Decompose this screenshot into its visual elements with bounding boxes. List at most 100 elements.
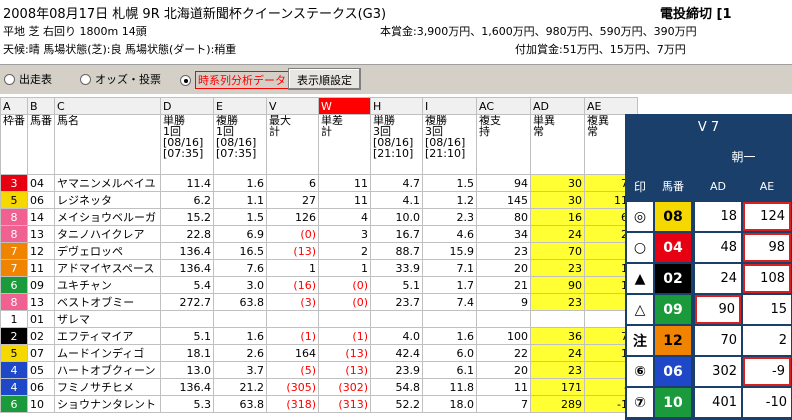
v7-ae-value: 98 (743, 233, 791, 262)
win-diff-cell: (0) (318, 276, 371, 294)
win-odds-3-cell: 4.1 (370, 191, 423, 209)
col-letter[interactable]: H (370, 97, 423, 115)
col-letter[interactable]: D (160, 97, 214, 115)
win-diff-cell: (13) (318, 344, 371, 362)
max-total-cell: 6 (266, 174, 319, 192)
radio-timeseries[interactable]: 時系列分析データ (180, 71, 289, 89)
table-row[interactable]: 1 01 ザレマ (0, 310, 638, 328)
v7-ae-value: 108 (743, 264, 791, 293)
radio-dot[interactable] (80, 73, 91, 85)
place-odds-3-cell: 1.6 (422, 327, 477, 345)
radio-dot[interactable] (4, 73, 15, 85)
horse-number-cell: 12 (27, 242, 55, 260)
col-letter[interactable]: C (54, 97, 161, 115)
horse-number-cell: 04 (27, 174, 55, 192)
place-support-cell: 20 (476, 361, 531, 379)
table-row[interactable]: 405ハートオブクィーン13.03.7(5)(13)23.96.120234 (0, 361, 638, 379)
column-header[interactable]: 単異常 (530, 114, 585, 175)
radio-label: 出走表 (19, 73, 52, 86)
table-row[interactable]: 711アドマイヤスペース136.47.61133.97.1202319 (0, 259, 638, 277)
table-row[interactable]: 507ムードインディゴ18.12.6164(13)42.46.0222410 (0, 344, 638, 362)
table-row[interactable]: 813タニノハイクレア22.86.9(0)316.74.6342427 (0, 225, 638, 243)
v7-horse-number: 02 (655, 264, 691, 293)
col-letter[interactable]: B (27, 97, 55, 115)
win-anomaly-cell: 70 (530, 242, 585, 260)
table-row[interactable]: 4 06 フミノサチヒメ 136.4 21.2 (305) (302) 54.8 11.8 11 1… (0, 378, 638, 396)
place-odds-1-cell: 1.5 (213, 208, 267, 226)
v7-ae-value: 15 (743, 295, 791, 324)
v7-mark: ⑥ (627, 357, 653, 386)
radio-label: オッズ・投票 (95, 73, 161, 86)
win-anomaly-cell: 16 (530, 208, 585, 226)
column-header[interactable]: 複勝 1回 [08/16] [07:35] (213, 114, 267, 175)
col-letter[interactable]: E (213, 97, 267, 115)
col-letter[interactable]: I (422, 97, 477, 115)
radio-entry-table[interactable]: 出走表 (4, 71, 52, 87)
table-row[interactable]: 506レジネッタ6.21.127114.11.214530113 (0, 191, 638, 209)
v7-group-label: 朝一 (731, 149, 756, 164)
win-diff-cell: (13) (318, 361, 371, 379)
max-total-cell (266, 310, 319, 328)
win-odds-1-cell (160, 310, 214, 328)
horse-name-cell: ムードインディゴ (54, 344, 161, 362)
table-row[interactable]: 6 10 ショウナンタレント 5.3 63.8 (318) (313) 52.2 18.0 7 28… (0, 395, 638, 413)
col-letter[interactable]: AE (584, 97, 638, 115)
win-diff-cell: (1) (318, 327, 371, 345)
horse-name-cell: ハートオブクィーン (54, 361, 161, 379)
column-header[interactable]: 馬番 (27, 114, 55, 175)
place-odds-1-cell: 3.7 (213, 361, 267, 379)
win-anomaly-cell: 30 (530, 191, 585, 209)
col-letter[interactable]: V (266, 97, 319, 115)
v7-horse-number: 10 (655, 388, 691, 417)
horse-name-cell: タニノハイクレア (54, 225, 161, 243)
column-header[interactable]: 枠番 (0, 114, 28, 175)
column-header[interactable]: 複勝 3回 [08/16] [21:10] (422, 114, 477, 175)
place-odds-1-cell (213, 310, 267, 328)
table-row[interactable]: 813ベストオブミー272.763.8(3)(0)23.77.49237 (0, 293, 638, 311)
table-row[interactable]: 712デヴェロッペ136.416.5(13)288.715.923702 (0, 242, 638, 260)
place-odds-3-cell: 1.7 (422, 276, 477, 294)
v7-ad-value: 401 (695, 388, 741, 417)
display-order-button[interactable]: 表示順設定 (288, 68, 361, 90)
win-odds-1-cell: 5.1 (160, 327, 214, 345)
win-anomaly-cell: 23 (530, 259, 585, 277)
table-row[interactable]: 609ユキチャン5.43.0(16)(0)5.11.7219015 (0, 276, 638, 294)
win-odds-1-cell: 22.8 (160, 225, 214, 243)
table-row[interactable]: 304ヤマニンメルベイユ11.41.66114.71.5943071 (0, 174, 638, 192)
radio-odds-vote[interactable]: オッズ・投票 (80, 71, 161, 87)
col-letter-selected[interactable]: W (318, 97, 371, 115)
col-letter[interactable]: AD (530, 97, 585, 115)
column-letters: A B C D E V W H I AC AD AE (0, 97, 638, 115)
analysis-table: A B C D E V W H I AC AD AE 枠番 馬番 馬名 単勝 1回 [08… (0, 97, 638, 413)
col-letter[interactable]: AC (476, 97, 531, 115)
table-row[interactable]: 814メイショウベルーガ15.21.5126410.02.3801669 (0, 208, 638, 226)
waku-cell: 4 (0, 378, 28, 396)
column-header[interactable]: 最大計 (266, 114, 319, 175)
place-support-cell: 22 (476, 344, 531, 362)
win-odds-1-cell: 272.7 (160, 293, 214, 311)
win-odds-3-cell: 10.0 (370, 208, 423, 226)
win-odds-3-cell: 23.9 (370, 361, 423, 379)
win-odds-1-cell: 13.0 (160, 361, 214, 379)
horse-name-cell: ヤマニンメルベイユ (54, 174, 161, 192)
horse-number-cell: 09 (27, 276, 55, 294)
v7-title: V 7 (697, 119, 720, 135)
column-header[interactable]: 単勝 3回 [08/16] [21:10] (370, 114, 423, 175)
win-odds-1-cell: 136.4 (160, 242, 214, 260)
column-header[interactable]: 単差計 (318, 114, 371, 175)
column-header[interactable]: 単勝 1回 [08/16] [07:35] (160, 114, 214, 175)
col-letter[interactable]: A (0, 97, 28, 115)
win-odds-3-cell: 23.7 (370, 293, 423, 311)
v7-panel: V 7 朝一印 馬番 AD AE ◎ 08 18 124 ○ 04 48 98 ▲ 02 24 108 △ 09 90… (625, 114, 792, 420)
max-total-cell: 27 (266, 191, 319, 209)
v7-horse-number: 08 (655, 202, 691, 231)
win-anomaly-cell: 23 (530, 361, 585, 379)
table-row[interactable]: 202エフティマイア5.11.6(1)(1)4.01.61003672 (0, 327, 638, 345)
horse-number-cell: 13 (27, 293, 55, 311)
horse-number-cell: 06 (27, 378, 55, 396)
radio-dot-selected[interactable] (180, 74, 191, 86)
place-support-cell (476, 310, 531, 328)
column-header[interactable]: 複支持 (476, 114, 531, 175)
column-header[interactable]: 馬名 (54, 114, 161, 175)
v7-mark: ◎ (627, 202, 653, 231)
